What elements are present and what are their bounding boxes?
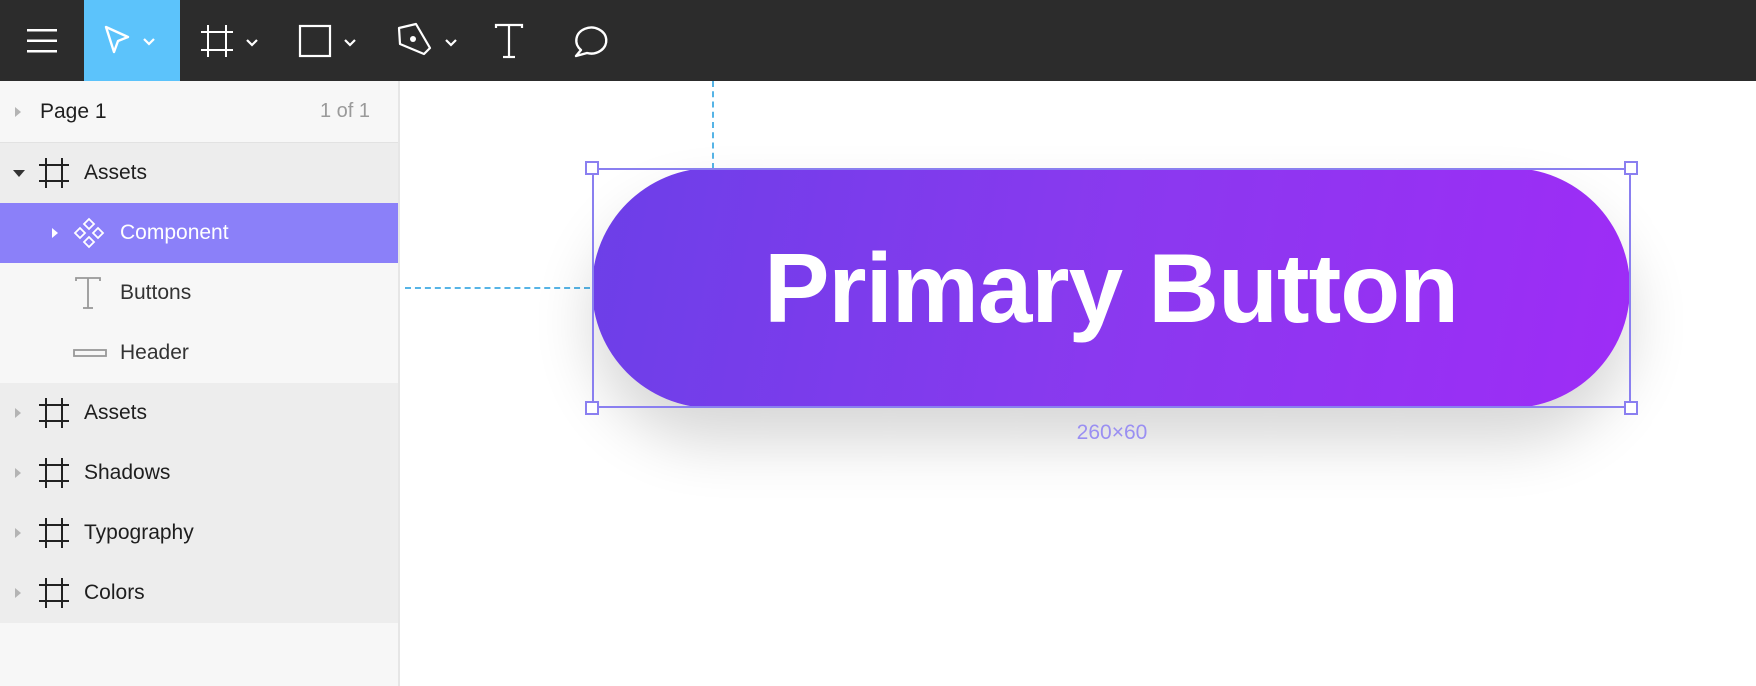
selection-frame [592, 168, 1631, 408]
layer-label: Buttons [120, 281, 192, 304]
rectangle-tool-icon [298, 24, 356, 57]
horizontal-guide [405, 287, 590, 289]
layer-header[interactable]: Header [0, 323, 398, 383]
layer-assets[interactable]: Assets [0, 143, 398, 203]
frame-icon [39, 458, 69, 488]
resize-handle-bottom-left[interactable] [585, 401, 599, 415]
page-name: Page 1 [40, 99, 107, 123]
layer-typography[interactable]: Typography [0, 503, 398, 563]
comment-tool-icon [574, 25, 608, 57]
expand-caret-icon [15, 528, 21, 538]
page-count: 1 of 1 [319, 100, 370, 122]
layer-label: Assets [84, 401, 148, 424]
move-tool-button[interactable] [84, 0, 180, 81]
layer-buttons[interactable]: Buttons [0, 263, 398, 323]
layer-label: Component [120, 221, 229, 244]
expand-caret-icon [15, 468, 21, 478]
comment-tool-button[interactable] [570, 0, 614, 81]
expand-caret-icon [15, 106, 21, 117]
rectangle-layer-icon [73, 349, 107, 357]
layer-label: Typography [84, 521, 194, 544]
pen-tool-button[interactable] [388, 0, 468, 81]
component-icon [73, 217, 105, 249]
menu-icon [27, 28, 57, 52]
layer-label: Colors [84, 581, 145, 604]
text-tool-icon [494, 23, 524, 58]
layer-colors[interactable]: Colors [0, 563, 398, 623]
dimensions-label: 260×60 [1076, 421, 1148, 444]
vertical-guide [712, 81, 714, 169]
layer-shadows[interactable]: Shadows [0, 443, 398, 503]
frame-icon [39, 518, 69, 548]
text-layer-icon [75, 277, 101, 309]
page-selector[interactable]: Page 1 1 of 1 [0, 81, 398, 143]
collapse-caret-icon [13, 169, 25, 177]
resize-handle-bottom-right[interactable] [1624, 401, 1638, 415]
layer-assets-2[interactable]: Assets [0, 383, 398, 443]
expand-caret-icon [15, 588, 21, 598]
layers-panel: Page 1 1 of 1 Assets Component Buttons H… [0, 81, 400, 686]
resize-handle-top-right[interactable] [1624, 161, 1638, 175]
frame-tool-icon [201, 24, 258, 57]
expand-caret-icon [15, 408, 21, 418]
menu-button[interactable] [0, 0, 84, 81]
frame-icon [39, 398, 69, 428]
pen-tool-icon [397, 22, 457, 55]
move-tool-icon [104, 25, 155, 53]
frame-tool-button[interactable] [192, 0, 270, 81]
frame-icon [39, 578, 69, 608]
layer-label: Shadows [84, 461, 171, 484]
text-tool-button[interactable] [488, 0, 530, 81]
resize-handle-top-left[interactable] [585, 161, 599, 175]
layer-label: Assets [84, 161, 148, 184]
rectangle-tool-button[interactable] [290, 0, 368, 81]
layer-component[interactable]: Component [0, 203, 398, 263]
layer-label: Header [120, 341, 189, 364]
toolbar [0, 0, 1756, 81]
expand-caret-icon [52, 228, 58, 238]
frame-icon [39, 158, 69, 188]
